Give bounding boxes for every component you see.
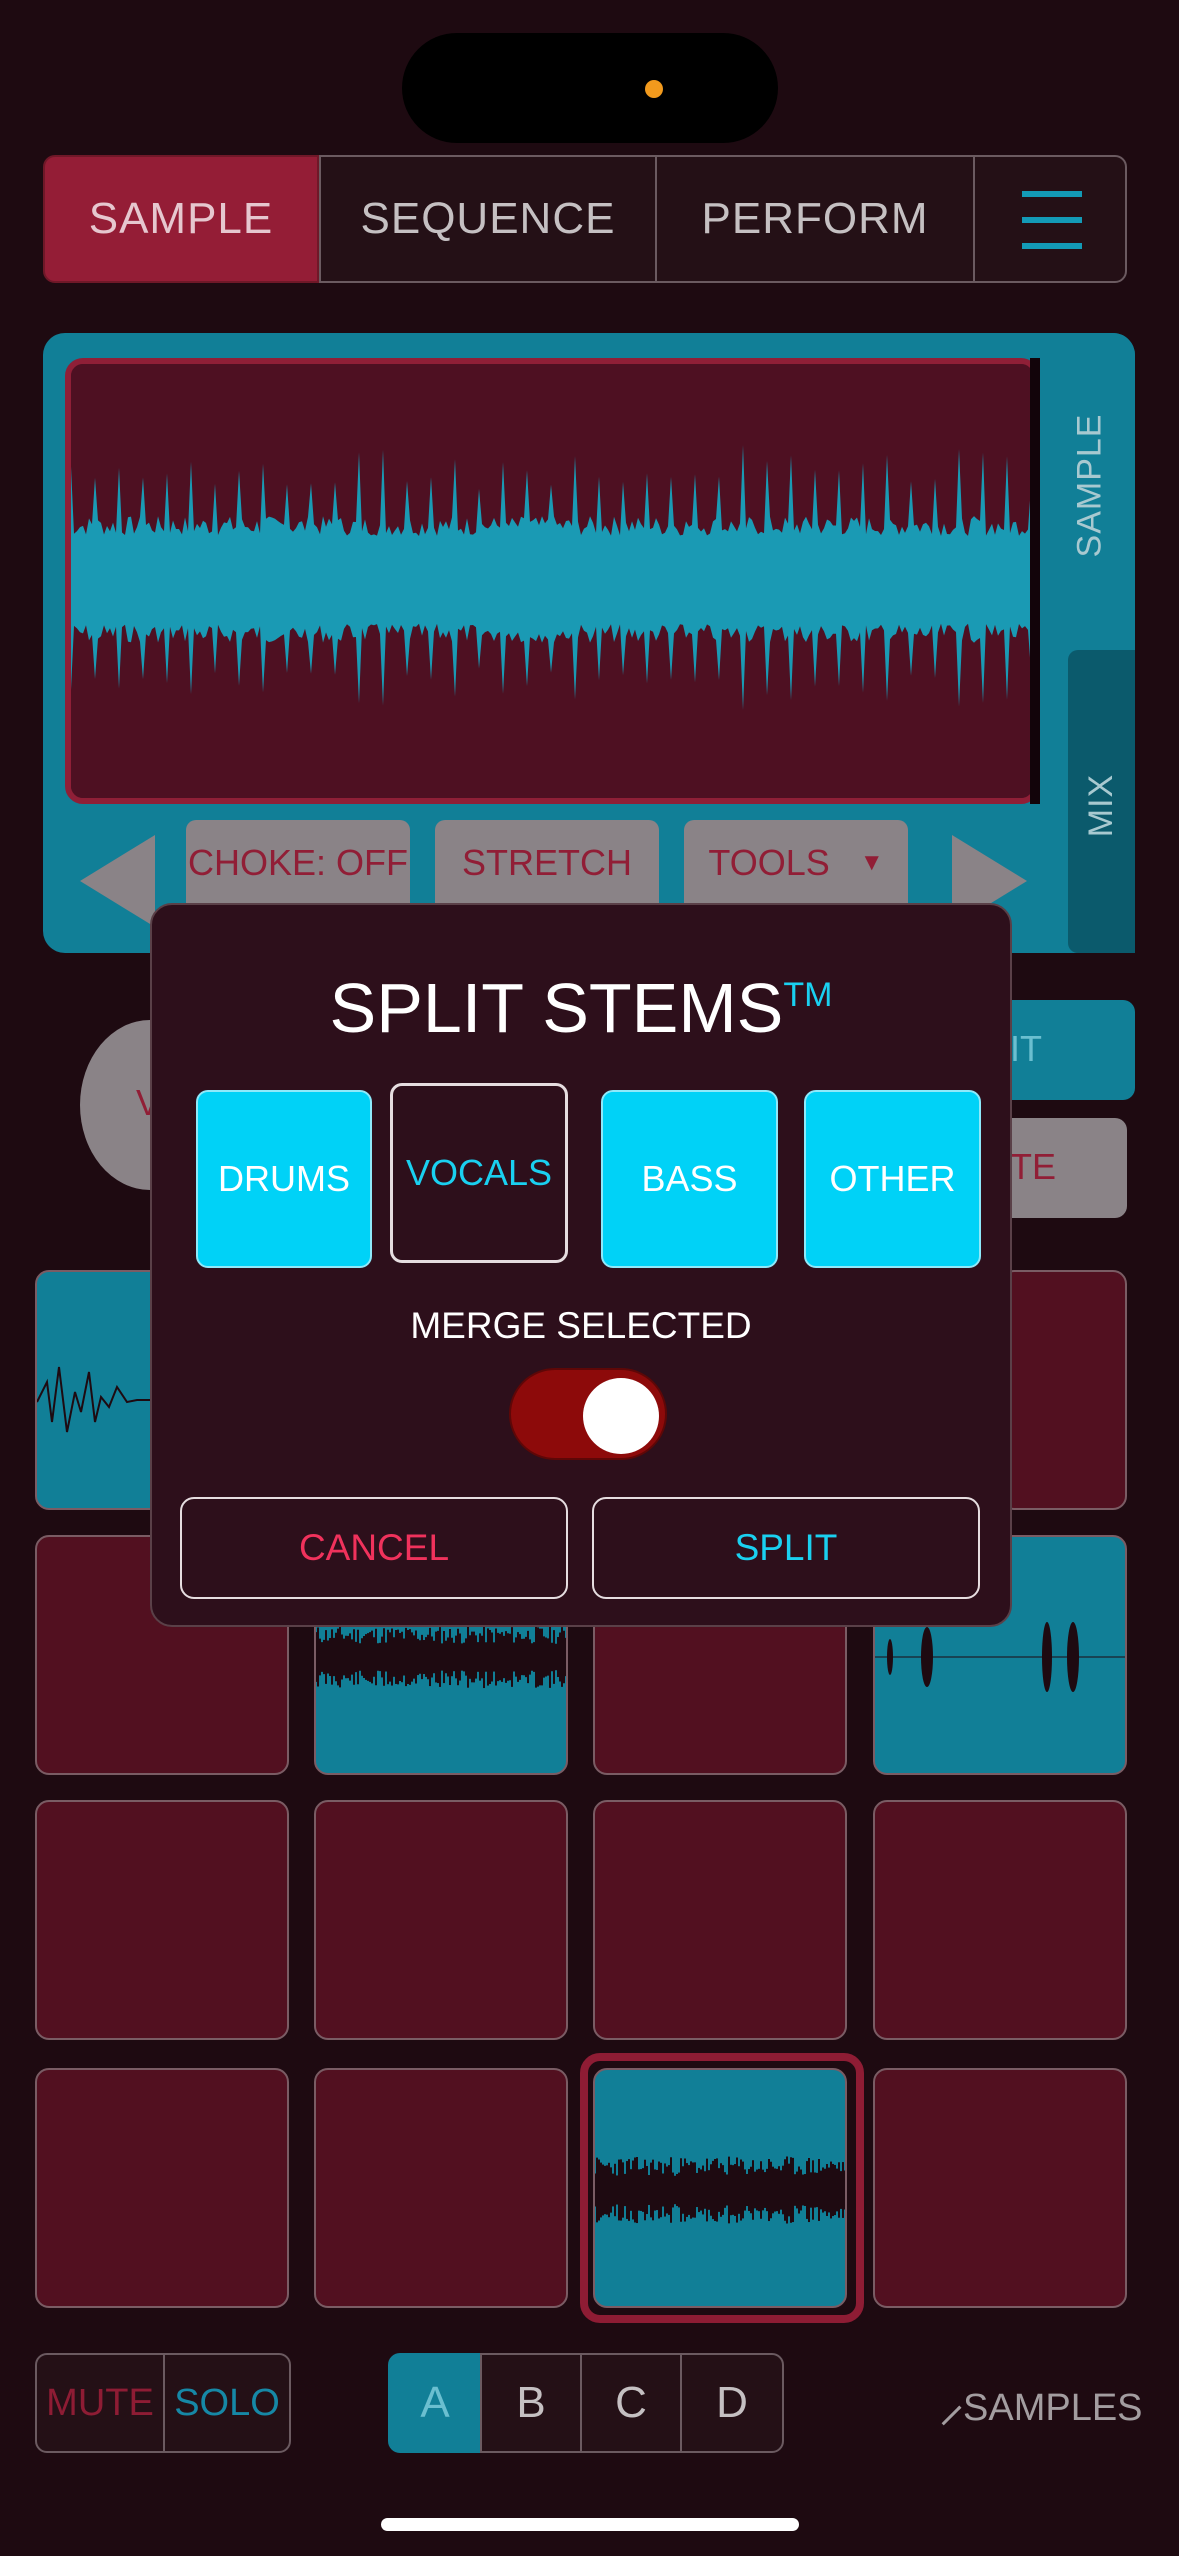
bank-d-label: D xyxy=(716,2378,748,2427)
delete-button-label: TE xyxy=(1010,1146,1057,1187)
mute-button[interactable]: MUTE xyxy=(35,2353,165,2453)
split-button[interactable]: SPLIT xyxy=(592,1497,980,1599)
pad-11[interactable] xyxy=(593,1800,847,2040)
pad-10[interactable] xyxy=(314,1800,568,2040)
stretch-label: STRETCH xyxy=(462,842,632,883)
bank-a-label: A xyxy=(420,2378,450,2427)
privacy-indicator xyxy=(645,80,663,98)
tools-button[interactable]: TOOLS ▼ xyxy=(684,820,908,906)
tab-sequence-label: SEQUENCE xyxy=(360,194,616,243)
pad-4[interactable] xyxy=(1000,1270,1127,1510)
pad-13[interactable] xyxy=(35,2068,289,2308)
dynamic-island xyxy=(402,33,778,143)
edit-button-label: IT xyxy=(1010,1028,1042,1069)
samples-label: SAMPLES xyxy=(963,2386,1143,2429)
pad-14[interactable] xyxy=(314,2068,568,2308)
merge-selected-label: MERGE SELECTED xyxy=(410,1305,752,1346)
bank-c-button[interactable]: C xyxy=(580,2353,682,2453)
menu-button[interactable] xyxy=(973,155,1127,283)
menu-icon xyxy=(1022,191,1082,197)
tab-sequence[interactable]: SEQUENCE xyxy=(319,155,657,283)
bank-b-button[interactable]: B xyxy=(480,2353,582,2453)
previous-arrow-icon[interactable] xyxy=(80,835,155,927)
pad-15-selected[interactable] xyxy=(593,2068,847,2308)
split-label: SPLIT xyxy=(734,1527,838,1568)
solo-label: SOLO xyxy=(174,2381,280,2424)
solo-button[interactable]: SOLO xyxy=(163,2353,291,2453)
side-tab-sample-label: SAMPLE xyxy=(1070,413,1109,557)
dialog-title-text: SPLIT STEMS xyxy=(329,969,784,1047)
bank-c-label: C xyxy=(615,2378,647,2427)
cancel-button[interactable]: CANCEL xyxy=(180,1497,568,1599)
waveform-display[interactable] xyxy=(65,358,1039,804)
waveform xyxy=(71,364,1033,798)
home-indicator[interactable] xyxy=(381,2518,799,2531)
dropdown-triangle-icon: ▼ xyxy=(859,849,884,876)
bank-d-button[interactable]: D xyxy=(680,2353,784,2453)
bank-b-label: B xyxy=(516,2378,546,2427)
pad-16[interactable] xyxy=(873,2068,1127,2308)
pad-12[interactable] xyxy=(873,1800,1127,2040)
tools-label: TOOLS xyxy=(708,842,830,883)
menu-icon-line xyxy=(1022,217,1082,223)
stem-vocals-label: VOCALS xyxy=(405,1152,553,1193)
dialog-title: SPLIT STEMSTM xyxy=(150,968,1012,1048)
stem-drums-button[interactable]: DRUMS xyxy=(196,1090,372,1268)
tab-perform-label: PERFORM xyxy=(701,194,929,243)
bank-a-button[interactable]: A xyxy=(388,2353,482,2453)
samples-drawer-button[interactable]: SAMPLES xyxy=(941,2378,1143,2438)
tab-perform[interactable]: PERFORM xyxy=(655,155,975,283)
pad-9[interactable] xyxy=(35,1800,289,2040)
side-tab-mix-label: MIX xyxy=(1081,773,1120,837)
stretch-button[interactable]: STRETCH xyxy=(435,820,659,906)
tab-sample-label: SAMPLE xyxy=(88,194,274,243)
trademark-mark: TM xyxy=(783,976,833,1014)
menu-icon-line xyxy=(1022,243,1082,249)
stem-drums-label: DRUMS xyxy=(218,1158,350,1199)
stem-vocals-button[interactable]: VOCALS xyxy=(390,1083,568,1263)
pad-waveform xyxy=(595,2156,845,2224)
cancel-label: CANCEL xyxy=(298,1527,450,1568)
toggle-knob xyxy=(583,1378,659,1454)
stem-bass-label: BASS xyxy=(641,1158,738,1199)
side-tab-mix[interactable]: MIX xyxy=(1068,730,1135,880)
stem-other-button[interactable]: OTHER xyxy=(804,1090,981,1268)
choke-button[interactable]: CHOKE: OFF xyxy=(186,820,410,906)
merge-selected-toggle[interactable] xyxy=(509,1368,667,1460)
tab-sample[interactable]: SAMPLE xyxy=(43,155,319,283)
stem-bass-button[interactable]: BASS xyxy=(601,1090,778,1268)
playhead-end xyxy=(1030,358,1040,804)
stem-other-label: OTHER xyxy=(829,1158,956,1199)
chevron-up-icon xyxy=(941,2405,962,2425)
side-tab-sample[interactable]: SAMPLE xyxy=(1042,400,1137,570)
choke-label: CHOKE: OFF xyxy=(187,842,408,883)
mute-label: MUTE xyxy=(46,2381,154,2424)
